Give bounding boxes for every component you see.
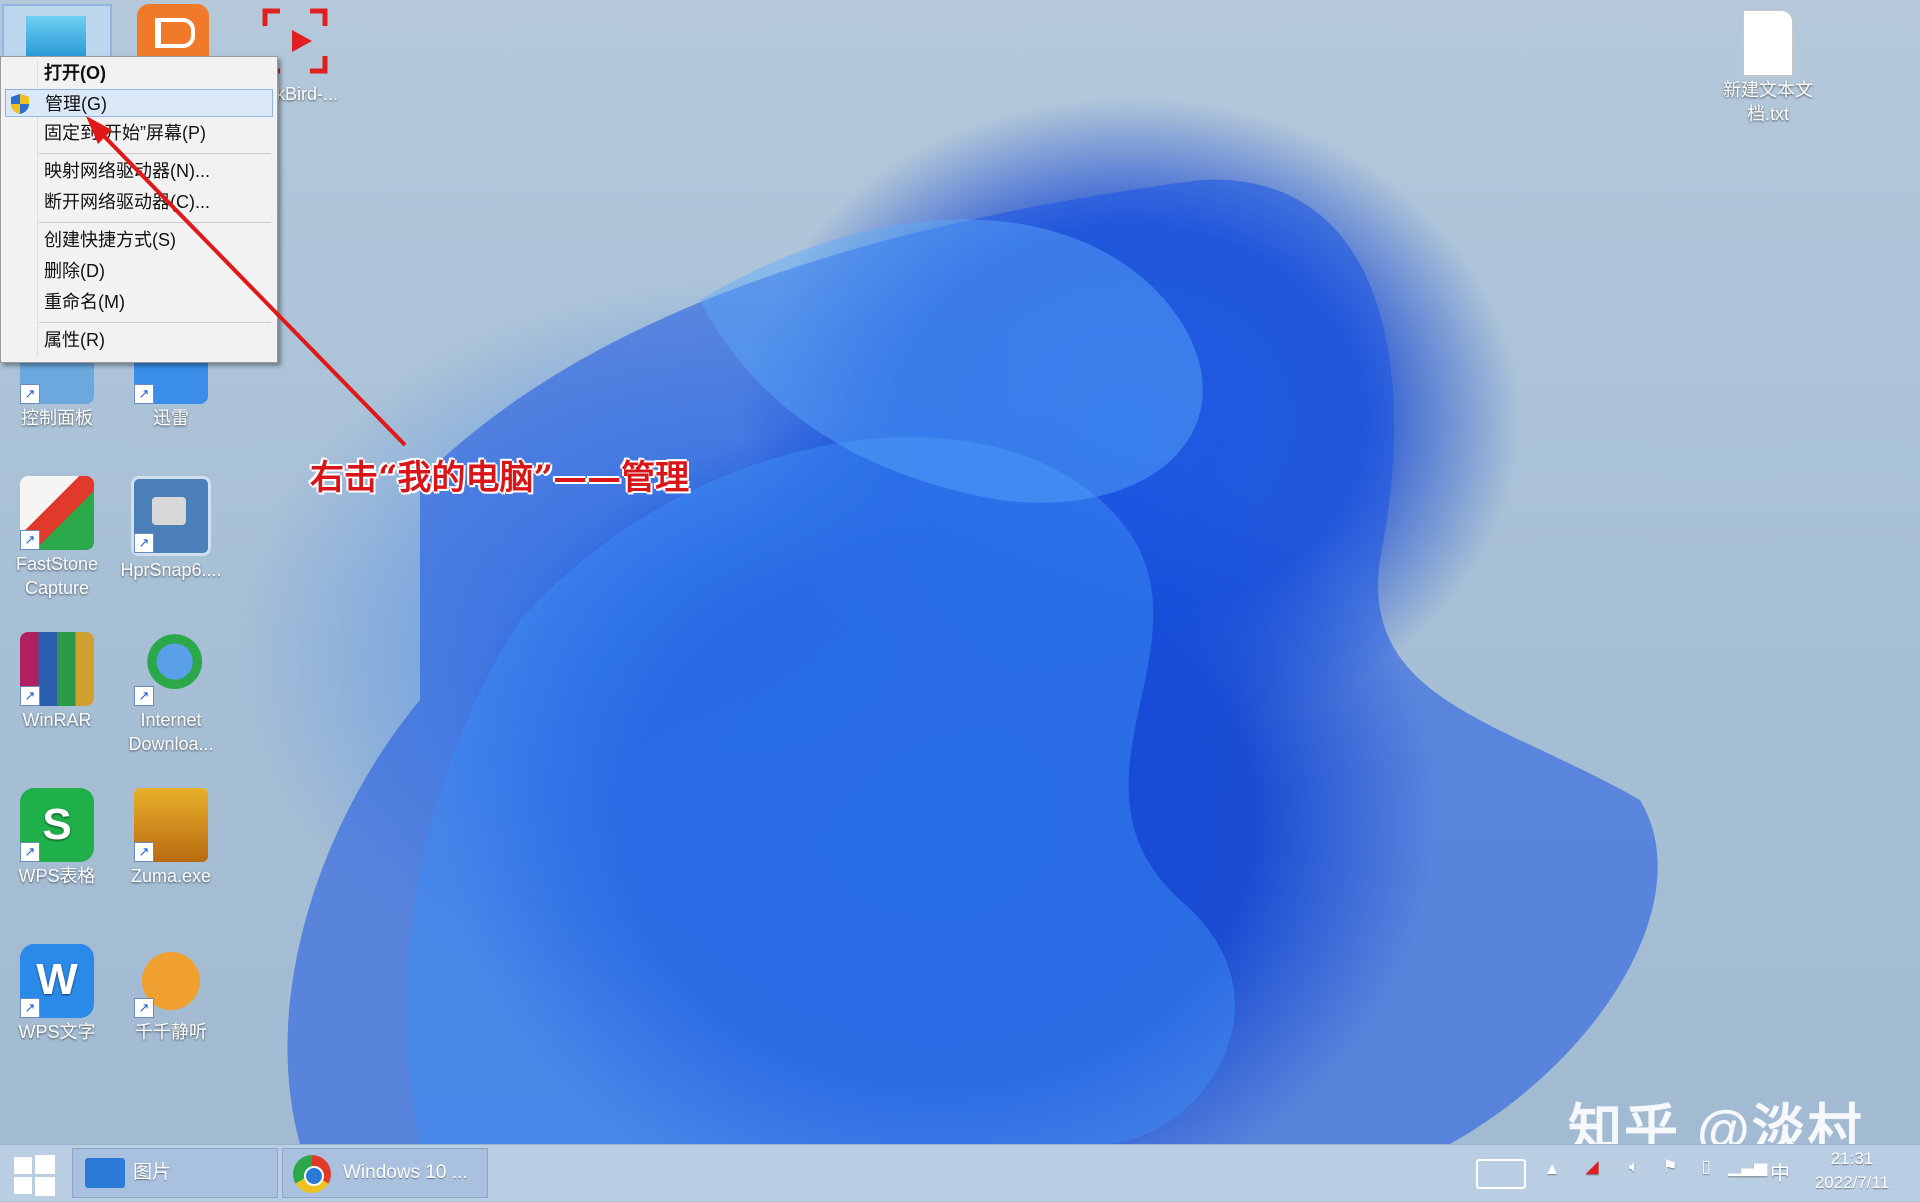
text-file-icon xyxy=(1743,10,1793,76)
menu-item-delete[interactable]: 删除(D) xyxy=(5,257,273,285)
partial-icon-label: kBird-... xyxy=(276,84,339,104)
clock-date: 2022/7/11 xyxy=(1814,1173,1890,1192)
desktop-icon-ttplayer[interactable]: ↗ 千千静听 xyxy=(116,944,226,1044)
taskbar-photos-button[interactable]: 图片 xyxy=(72,1148,278,1198)
shortcut-arrow-icon: ↗ xyxy=(20,530,40,550)
menu-separator xyxy=(39,153,271,154)
action-center-flag-icon[interactable]: ⚑ xyxy=(1656,1157,1684,1177)
menu-separator xyxy=(39,322,271,323)
desktop-icon-faststone[interactable]: ↗ FastStone Capture xyxy=(2,476,112,600)
new-txt-label: 新建文本文档.txt xyxy=(1723,80,1813,124)
clock-time: 21:31 xyxy=(1830,1149,1874,1168)
windows-logo-icon xyxy=(14,1155,55,1196)
wps-presentation-icon xyxy=(137,4,209,56)
ttplayer-headphones-icon: ↗ xyxy=(134,944,208,1018)
desktop-icon-hprsnap[interactable]: ↗ HprSnap6.... xyxy=(116,476,226,582)
zuma-icon: ↗ xyxy=(134,788,208,862)
menu-item-manage[interactable]: 管理(G) xyxy=(5,89,273,117)
monitor-icon xyxy=(26,16,86,56)
context-menu: 打开(O) 管理(G) 固定到“开始”屏幕(P) 映射网络驱动器(N)... 断… xyxy=(0,56,278,363)
wps-writer-label: WPS文字 xyxy=(18,1022,96,1042)
taskbar: 图片 Windows 10 ... ▲ ◢ 🔈︎ ⚑ ▯ ▁▃▅ 中 21:31… xyxy=(0,1144,1920,1201)
menu-item-disconnect-network-drive[interactable]: 断开网络驱动器(C)... xyxy=(5,188,273,216)
menu-item-create-shortcut[interactable]: 创建快捷方式(S) xyxy=(5,226,273,254)
shortcut-arrow-icon: ↗ xyxy=(134,842,154,862)
faststone-label: FastStone Capture xyxy=(15,554,99,598)
ime-indicator[interactable]: 中 xyxy=(1766,1157,1794,1186)
control-panel-icon: ↗ xyxy=(20,356,94,404)
idm-label: Internet Downloa... xyxy=(128,710,214,754)
wallpaper-bloom xyxy=(287,179,1658,1144)
thunder-icon: ↗ xyxy=(134,356,208,404)
chrome-icon xyxy=(293,1155,331,1193)
shortcut-arrow-icon: ↗ xyxy=(20,686,40,706)
battery-icon[interactable]: ▯ xyxy=(1692,1157,1720,1177)
wps-sheet-label: WPS表格 xyxy=(18,866,96,886)
desktop-icon-winrar[interactable]: ↗ WinRAR xyxy=(2,632,112,732)
ttplayer-label: 千千静听 xyxy=(135,1022,207,1042)
shortcut-arrow-icon: ↗ xyxy=(134,998,154,1018)
menu-item-properties[interactable]: 属性(R) xyxy=(5,326,273,354)
shortcut-arrow-icon: ↗ xyxy=(20,842,40,862)
windows-start-button[interactable] xyxy=(12,1153,56,1197)
hprsnap-camera-icon: ↗ xyxy=(131,476,211,556)
wps-spreadsheet-icon: S ↗ xyxy=(20,788,94,862)
desktop-icon-idm[interactable]: ↗ Internet Downloa... xyxy=(116,632,226,756)
menu-item-pin-to-start[interactable]: 固定到“开始”屏幕(P) xyxy=(5,119,273,147)
taskbar-chrome-button[interactable]: Windows 10 ... xyxy=(282,1148,488,1198)
desktop-icon-wps-ppt[interactable] xyxy=(118,4,228,58)
zuma-label: Zuma.exe xyxy=(130,866,212,886)
show-hidden-icons-chevron-icon[interactable]: ▲ xyxy=(1540,1159,1564,1179)
desktop-icon-zuma[interactable]: ↗ Zuma.exe xyxy=(116,788,226,888)
desktop-icon-wps-sheet[interactable]: S ↗ WPS表格 xyxy=(2,788,112,888)
menu-item-map-network-drive[interactable]: 映射网络驱动器(N)... xyxy=(5,157,273,185)
menu-separator xyxy=(39,222,271,223)
faststone-icon: ↗ xyxy=(20,476,94,550)
app-tray-icon[interactable]: ◢ xyxy=(1578,1157,1606,1177)
hprsnap-label: HprSnap6.... xyxy=(120,560,222,580)
desktop-icon-new-txt[interactable]: 新建文本文档.txt xyxy=(1712,10,1824,126)
winrar-label: WinRAR xyxy=(22,710,92,730)
menu-item-rename[interactable]: 重命名(M) xyxy=(5,288,273,316)
clock[interactable]: 21:31 2022/7/11 xyxy=(1800,1147,1904,1195)
menu-item-open[interactable]: 打开(O) xyxy=(5,59,273,87)
shortcut-arrow-icon: ↗ xyxy=(134,384,154,404)
desktop-wallpaper xyxy=(0,0,1920,1144)
this-pc-icon xyxy=(2,4,112,60)
volume-icon[interactable]: 🔈︎ xyxy=(1620,1157,1648,1177)
network-signal-icon[interactable]: ▁▃▅ xyxy=(1728,1157,1767,1177)
photos-icon xyxy=(85,1158,125,1188)
shortcut-arrow-icon: ↗ xyxy=(20,998,40,1018)
winrar-books-icon: ↗ xyxy=(20,632,94,706)
shortcut-arrow-icon: ↗ xyxy=(20,384,40,404)
shortcut-arrow-icon: ↗ xyxy=(134,533,154,553)
desktop-icon-this-pc[interactable] xyxy=(2,4,112,62)
uac-shield-icon xyxy=(10,93,30,115)
thunder-label: 迅雷 xyxy=(153,408,189,428)
shortcut-arrow-icon: ↗ xyxy=(134,686,154,706)
control-panel-label: 控制面板 xyxy=(21,408,93,428)
wps-writer-icon: W ↗ xyxy=(20,944,94,1018)
desktop-icon-wps-writer[interactable]: W ↗ WPS文字 xyxy=(2,944,112,1044)
annotation-text: 右击“我的电脑”——管理 xyxy=(310,458,690,498)
keyboard-icon[interactable] xyxy=(1476,1159,1526,1189)
idm-globe-icon: ↗ xyxy=(134,632,208,706)
